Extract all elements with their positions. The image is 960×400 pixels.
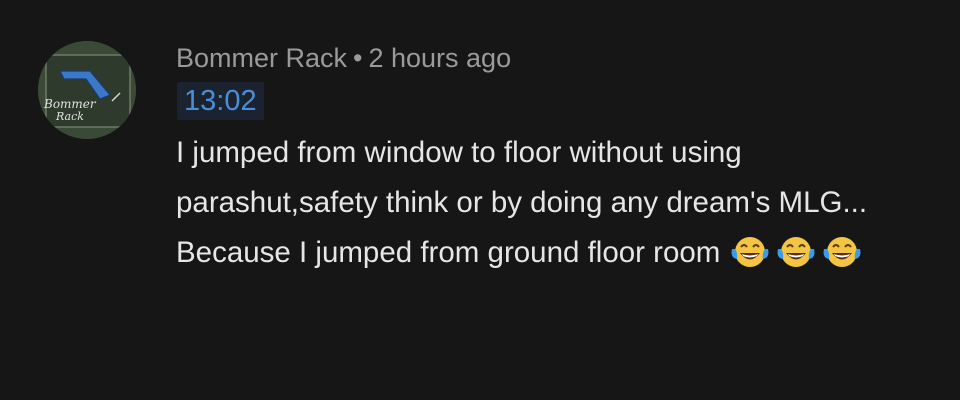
comment-meta: Bommer Rack • 2 hours ago xyxy=(176,40,936,76)
avatar-text-line-1: Bommer xyxy=(43,97,97,111)
avatar-text-line-2: Rack xyxy=(55,110,84,123)
comment-screen: Bommer Rack Bommer Rack • 2 hours ago 13:0… xyxy=(0,0,960,400)
face-with-tears-of-joy-icon xyxy=(823,237,861,267)
avatar[interactable]: Bommer Rack xyxy=(38,41,136,139)
boomerang-icon: Bommer Rack xyxy=(38,41,136,139)
comment: Bommer Rack • 2 hours ago 13:02 I jumped f… xyxy=(176,40,936,278)
time-ago: 2 hours ago xyxy=(368,43,512,73)
comment-body: I jumped from window to floor without us… xyxy=(176,128,896,278)
face-with-tears-of-joy-icon xyxy=(777,237,815,267)
face-with-tears-of-joy-icon xyxy=(731,237,769,267)
author-name[interactable]: Bommer Rack xyxy=(176,43,347,73)
meta-separator: • xyxy=(353,43,363,73)
video-timestamp-link[interactable]: 13:02 xyxy=(177,82,264,120)
